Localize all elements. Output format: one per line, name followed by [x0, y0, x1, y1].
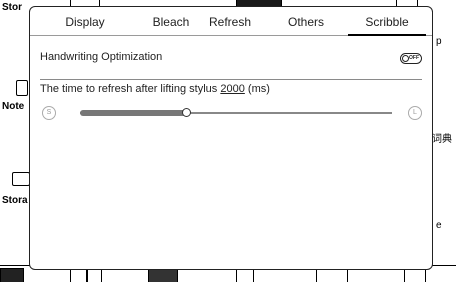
- toggle-state-text: OFF: [409, 55, 419, 61]
- section-divider: [40, 79, 422, 80]
- right-label-p: p: [436, 36, 442, 47]
- tab-bar: Display Bleach Refresh Others Scribble: [30, 7, 432, 36]
- handwriting-optimization-toggle[interactable]: OFF: [400, 53, 422, 64]
- tab-scribble[interactable]: Scribble: [348, 7, 426, 36]
- notes-label[interactable]: Note: [2, 101, 24, 112]
- right-label-e: e: [436, 220, 442, 231]
- storage-label[interactable]: Stora: [2, 195, 28, 206]
- refresh-time-slider-row: S L: [40, 103, 422, 125]
- tab-refresh[interactable]: Refresh: [190, 7, 270, 35]
- handwriting-optimization-label: Handwriting Optimization: [40, 51, 163, 63]
- notes-icon[interactable]: [16, 80, 28, 96]
- slider-min-icon[interactable]: S: [42, 106, 56, 120]
- toggle-knob: [402, 55, 409, 62]
- slider-fill: [80, 110, 187, 116]
- slider-max-icon[interactable]: L: [408, 106, 422, 120]
- slider-thumb[interactable]: [182, 108, 192, 117]
- storage-folder-icon[interactable]: [12, 172, 30, 186]
- right-label-dict[interactable]: 词典: [432, 130, 452, 145]
- handwriting-optimization-row: Handwriting Optimization OFF: [40, 51, 422, 67]
- settings-dialog: Display Bleach Refresh Others Scribble H…: [29, 6, 433, 270]
- refresh-time-label: The time to refresh after lifting stylus…: [40, 83, 270, 95]
- refresh-time-unit: (ms): [247, 83, 270, 95]
- refresh-time-prefix: The time to refresh after lifting stylus: [40, 83, 218, 95]
- refresh-time-slider[interactable]: [80, 108, 392, 117]
- refresh-time-value: 2000: [220, 83, 245, 95]
- tab-others[interactable]: Others: [276, 7, 336, 35]
- store-label[interactable]: Stor: [2, 2, 22, 13]
